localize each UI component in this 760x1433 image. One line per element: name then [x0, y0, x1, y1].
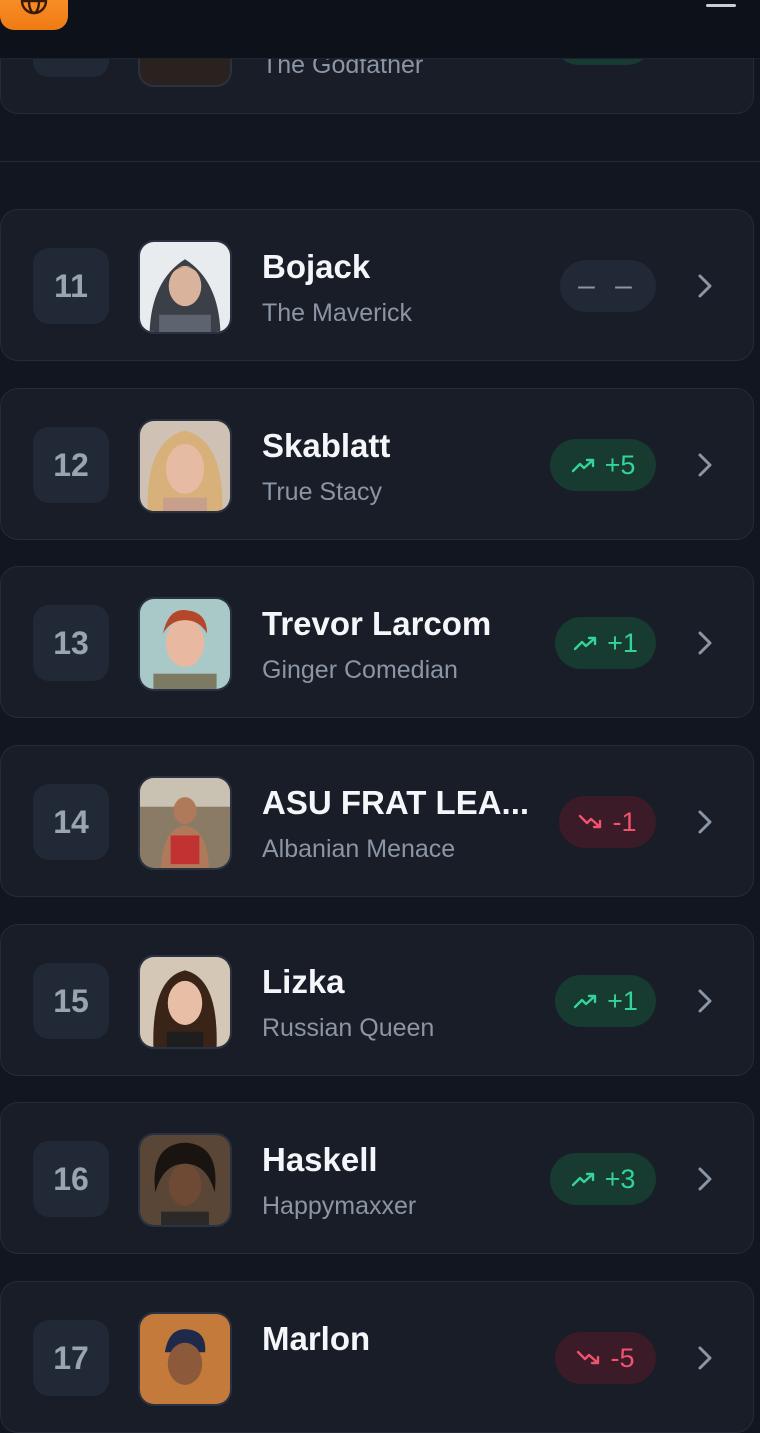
rank-change-badge: +3 [550, 1153, 656, 1205]
avatar [138, 240, 232, 334]
app-logo-button[interactable] [0, 0, 68, 30]
player-title: Happymaxxer [262, 1192, 417, 1220]
player-title: Russian Queen [262, 1014, 435, 1042]
rank-change-badge: -5 [555, 1332, 656, 1384]
hamburger-menu-icon[interactable] [706, 4, 736, 8]
avatar [138, 776, 232, 870]
chevron-right-icon[interactable] [695, 985, 717, 1017]
trending-up-icon [573, 636, 597, 651]
leaderboard-card[interactable]: 13 Trevor Larcom Ginger Comedian +1 [0, 566, 754, 718]
trending-down-icon [579, 814, 602, 829]
leaderboard-card[interactable]: 16 Haskell Happymaxxer +3 [0, 1102, 754, 1254]
avatar [138, 955, 232, 1049]
rank-badge: 11 [33, 248, 109, 324]
avatar [138, 1312, 232, 1406]
chevron-right-icon[interactable] [695, 1342, 717, 1374]
avatar [138, 1133, 232, 1227]
rank-badge: 14 [33, 784, 109, 860]
rank-change-badge: – – [560, 260, 656, 312]
rank-change-badge: +1 [555, 975, 656, 1027]
player-name: Haskell [262, 1141, 378, 1178]
trending-up-icon [571, 458, 594, 473]
leaderboard-card[interactable]: 14 ASU FRAT LEA... Albanian Menace -1 [0, 745, 754, 897]
top-bar [0, 0, 760, 59]
player-title: Albanian Menace [262, 835, 456, 863]
player-name: Trevor Larcom [262, 605, 492, 642]
trending-up-icon [573, 994, 597, 1009]
trending-up-icon [571, 1172, 594, 1187]
rank-change-badge: +5 [550, 439, 656, 491]
player-name: Bojack [262, 248, 371, 285]
chevron-right-icon[interactable] [695, 449, 717, 481]
player-title: The Maverick [262, 299, 413, 327]
chevron-right-icon[interactable] [695, 627, 717, 659]
player-title: Ginger Comedian [262, 656, 458, 684]
rank-badge: 12 [33, 427, 109, 503]
chevron-right-icon[interactable] [695, 806, 717, 838]
rank-badge: 13 [33, 605, 109, 681]
rank-change-badge: +1 [555, 617, 656, 669]
player-title: True Stacy [262, 478, 382, 506]
rank-change-badge: -1 [559, 796, 656, 848]
rank-badge: 15 [33, 963, 109, 1039]
chevron-right-icon[interactable] [695, 1163, 717, 1195]
avatar [138, 419, 232, 513]
avatar [138, 597, 232, 691]
leaderboard-card[interactable]: 11 Bojack The Maverick – – [0, 209, 754, 361]
section-divider [0, 161, 760, 162]
player-name: Marlon [262, 1320, 371, 1357]
leaderboard-card[interactable]: 12 Skablatt True Stacy +5 [0, 388, 754, 540]
rank-badge: 16 [33, 1141, 109, 1217]
player-name: Skablatt [262, 427, 391, 464]
player-name: Lizka [262, 963, 345, 1000]
rank-badge: 17 [33, 1320, 109, 1396]
trending-down-icon [577, 1350, 600, 1365]
globe-icon [20, 0, 48, 15]
chevron-right-icon[interactable] [695, 270, 717, 302]
leaderboard-card[interactable]: 15 Lizka Russian Queen +1 [0, 924, 754, 1076]
player-name: ASU FRAT LEA... [262, 784, 530, 821]
leaderboard-card[interactable]: 17 Marlon -5 [0, 1281, 754, 1433]
